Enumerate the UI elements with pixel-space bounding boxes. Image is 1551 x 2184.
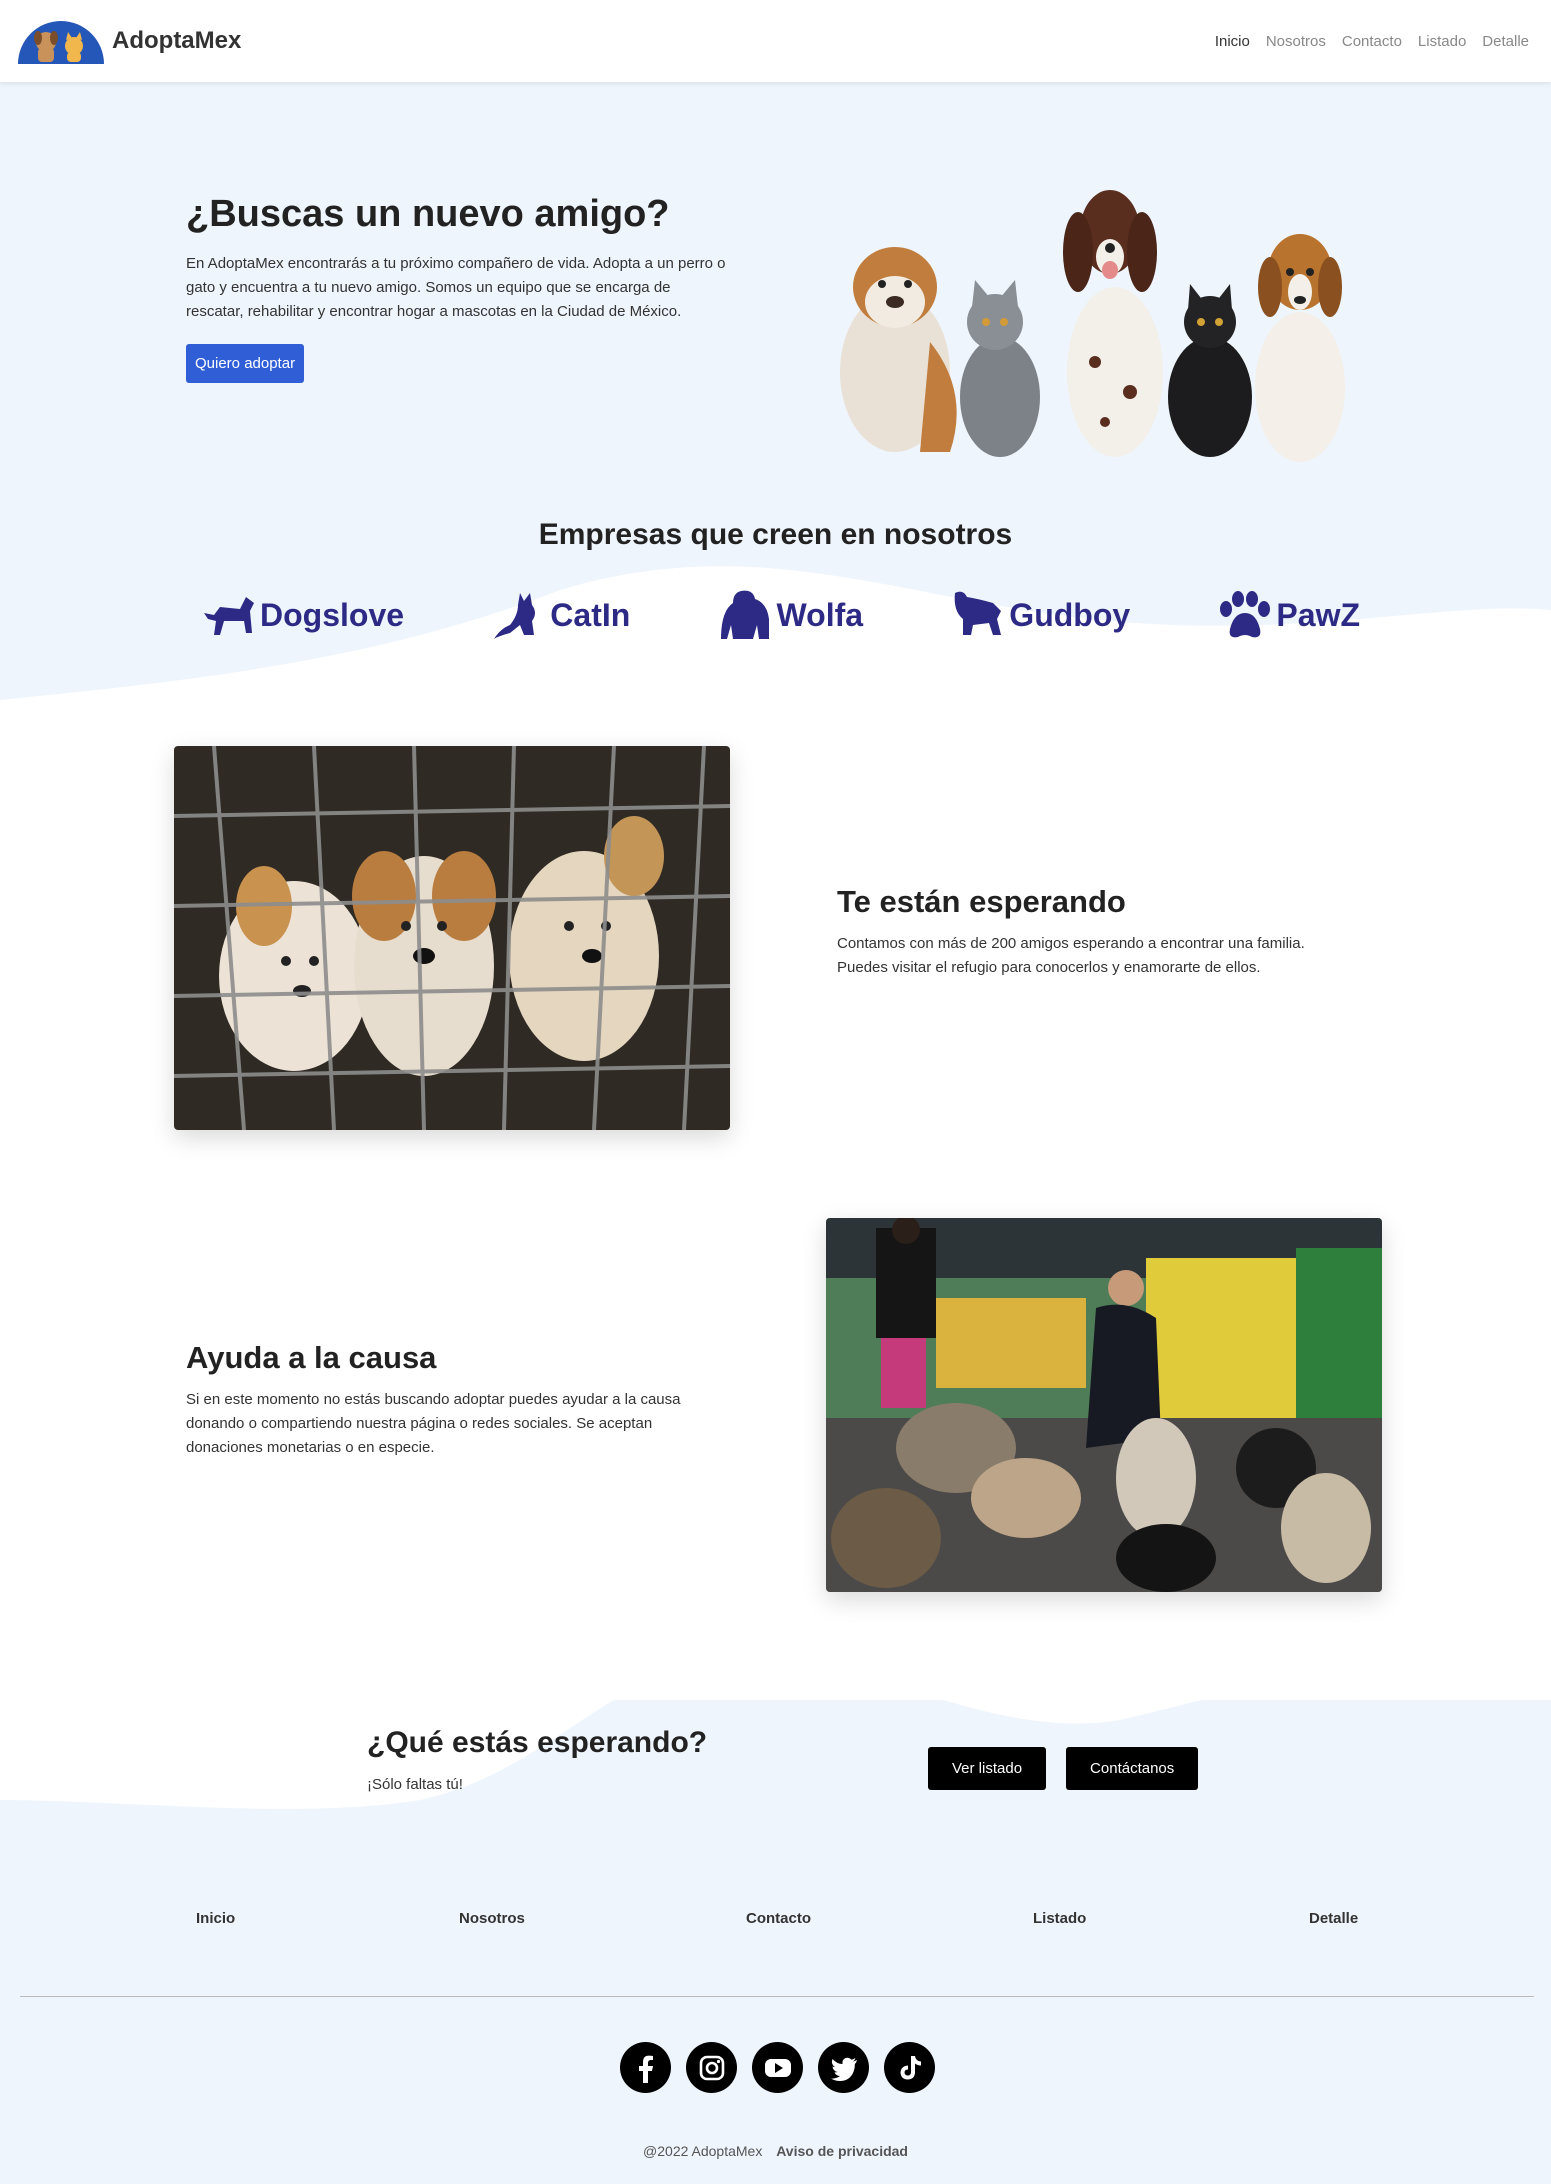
privacy-link[interactable]: Aviso de privacidad (776, 2143, 908, 2159)
sponsor-dogslove: Dogslove (200, 589, 404, 641)
feature-title: Te están esperando (837, 884, 1126, 919)
view-list-button[interactable]: Ver listado (928, 1747, 1047, 1790)
sponsor-logos: Dogslove CatIn Wolfa Gudboy PawZ (200, 580, 1360, 650)
nav-item-detalle[interactable]: Detalle (1482, 33, 1529, 50)
feature-description: Contamos con más de 200 amigos esperando… (837, 935, 1305, 976)
twitter-icon[interactable] (818, 2042, 869, 2093)
cta-text: ¿Qué estás esperando? ¡Sólo faltas tú! (367, 1726, 707, 1793)
hero-text: ¿Buscas un nuevo amigo? En AdoptaMex enc… (186, 192, 726, 383)
nav-item-inicio[interactable]: Inicio (1215, 33, 1250, 50)
social-links (620, 2042, 935, 2093)
feature-help: Ayuda a la causa Si en este momento no e… (186, 1340, 706, 1460)
cta-buttons: Ver listado Contáctanos (928, 1747, 1199, 1790)
footer-link-nosotros[interactable]: Nosotros (459, 1910, 525, 1927)
footer-divider (20, 1996, 1534, 1997)
hero-section: ¿Buscas un nuevo amigo? En AdoptaMex enc… (0, 82, 1551, 502)
sponsor-wolfa: Wolfa (717, 589, 864, 641)
feature-title: Ayuda a la causa (186, 1340, 437, 1375)
hero-title: ¿Buscas un nuevo amigo? (186, 193, 670, 235)
dog-icon (954, 591, 1002, 635)
nav-item-contacto[interactable]: Contacto (1342, 33, 1402, 50)
sponsors-title: Empresas que creen en nosotros (538, 518, 1013, 551)
paw-icon (1220, 591, 1271, 638)
sponsor-name: PawZ (1276, 596, 1360, 633)
gorilla-icon (720, 590, 769, 639)
adopt-button[interactable]: Quiero adoptar (186, 343, 305, 383)
cat-icon (494, 593, 536, 639)
sponsor-name: Gudboy (1009, 596, 1131, 633)
puppies-photo (174, 746, 730, 1130)
cta-title: ¿Qué estás esperando? (367, 1726, 708, 1759)
footer-link-detalle[interactable]: Detalle (1309, 1910, 1358, 1927)
brand-logo-icon (18, 21, 104, 64)
footer-link-inicio[interactable]: Inicio (196, 1910, 235, 1927)
hero-pets-image (840, 190, 1345, 462)
copyright: @2022 AdoptaMex Aviso de privacidad (0, 2143, 1551, 2159)
nav-item-listado[interactable]: Listado (1418, 33, 1466, 50)
youtube-icon[interactable] (752, 2042, 803, 2093)
brand[interactable]: AdoptaMex (16, 18, 241, 64)
instagram-icon[interactable] (686, 2042, 737, 2093)
tiktok-icon[interactable] (884, 2042, 935, 2093)
feature-waiting: Te están esperando Contamos con más de 2… (837, 884, 1357, 980)
hero-description: En AdoptaMex encontrarás a tu próximo co… (186, 254, 726, 320)
wave-divider-bottom (0, 1650, 1551, 1809)
sponsor-name: CatIn (550, 596, 631, 633)
facebook-icon[interactable] (620, 2042, 671, 2093)
footer-link-listado[interactable]: Listado (1033, 1910, 1086, 1927)
cta-subtitle: ¡Sólo faltas tú! (367, 1776, 463, 1793)
copyright-text: @2022 AdoptaMex (643, 2143, 763, 2159)
sponsor-gudboy: Gudboy (949, 589, 1130, 641)
top-navbar: AdoptaMex Inicio Nosotros Contacto Lista… (0, 0, 1551, 82)
sponsor-name: Wolfa (776, 596, 864, 633)
feature-description: Si en este momento no estás buscando ado… (186, 1391, 681, 1456)
nav-links: Inicio Nosotros Contacto Listado Detalle (1215, 33, 1529, 50)
sponsor-pawz: PawZ (1216, 589, 1360, 641)
dog-icon (204, 597, 254, 635)
footer-link-contacto[interactable]: Contacto (746, 1910, 811, 1927)
sponsor-catin: CatIn (490, 589, 630, 641)
contact-button[interactable]: Contáctanos (1066, 1747, 1199, 1790)
brand-name: AdoptaMex (112, 27, 242, 54)
nav-item-nosotros[interactable]: Nosotros (1266, 33, 1326, 50)
sponsor-name: Dogslove (260, 596, 405, 633)
shelter-photo (826, 1218, 1382, 1592)
